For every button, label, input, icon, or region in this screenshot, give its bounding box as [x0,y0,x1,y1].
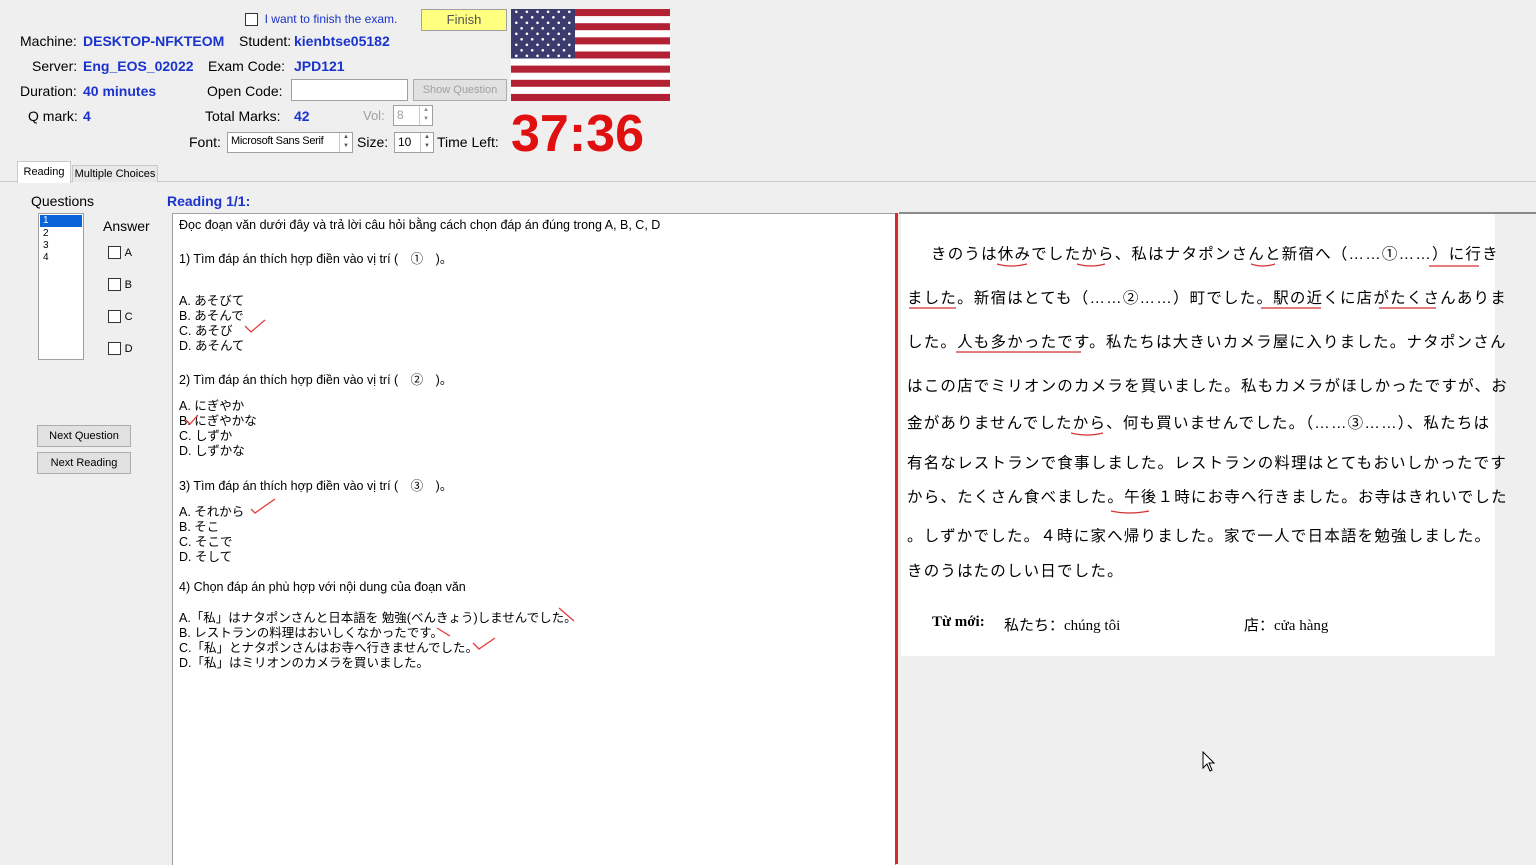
panel-splitter[interactable] [895,213,898,864]
finish-button[interactable]: Finish [421,9,507,31]
next-question-button[interactable]: Next Question [37,425,131,447]
font-select[interactable]: Microsoft Sans Serif ▲ ▼ [227,132,353,153]
list-item[interactable]: 1 [40,215,82,227]
student-value: kienbtse05182 [294,33,390,49]
passage-line: きのうはたのしい日でした。 [907,563,1124,580]
question-4-option-a: A.「私」はナタポンさんと日本語を 勉強(べんきょう)しませんでした。 [179,611,577,625]
questions-textbox[interactable]: Đọc đoạn văn dưới đây và trả lời câu hỏi… [172,213,896,865]
duration-value: 40 minutes [83,83,157,99]
answer-option-a[interactable]: A [108,244,132,260]
question-1-option-a: A. あそびて [179,294,245,308]
vol-value: 8 [397,108,404,122]
question-4-option-d: D.「私」はミリオンのカメラを買いました。 [179,656,430,670]
question-3: 3) Tìm đáp án thích hợp điền vào vị trí … [179,479,453,493]
countdown-timer: 37:36 [511,105,644,163]
font-value: Microsoft Sans Serif [231,135,324,147]
instruction-text: Đọc đoạn văn dưới đây và trả lời câu hỏi… [179,218,661,232]
question-3-option-d: D. そして [179,550,233,564]
vol-label: Vol: [363,108,385,123]
question-3-option-b: B. そこ [179,520,220,534]
question-2-option-c: C. しずか [179,429,233,443]
spinner-arrows-icon[interactable]: ▲ ▼ [420,133,433,152]
vocab-label: Từ mới: [932,614,985,630]
list-item[interactable]: 4 [39,252,83,264]
finish-exam-label: I want to finish the exam. [264,12,398,26]
machine-label: Machine: [20,33,77,49]
checkmark-icon [472,637,496,650]
spinner-arrows-icon[interactable]: ▲ ▼ [419,106,432,125]
question-1-option-c: C. あそび [179,324,233,338]
question-3-option-c: C. そこで [179,535,233,549]
show-question-button[interactable]: Show Question [413,79,507,101]
size-label: Size: [357,134,389,150]
mouse-cursor-icon [1202,751,1216,772]
tab-multiple-choices[interactable]: Multiple Choices [72,165,158,182]
server-value: Eng_EOS_02022 [83,58,194,74]
question-4-option-c: C.「私」とナタポンさんはお寺へ行きませんでした。 [179,641,479,655]
spinner-arrows-icon[interactable]: ▲ ▼ [339,133,352,152]
pen-underlines [909,263,1479,514]
question-listbox[interactable]: 1 2 3 4 [38,213,84,360]
question-1-option-d: D. あそんて [179,339,245,353]
checkbox-box[interactable] [108,342,121,356]
vocab-item: 店：cửa hàng [1244,618,1329,634]
next-reading-button[interactable]: Next Reading [37,452,131,474]
checkmark-icon [244,319,266,333]
questions-label: Questions [31,193,95,209]
open-code-input[interactable] [291,79,408,101]
server-label: Server: [32,58,78,74]
checkmark-icon [250,498,276,514]
q-mark-label: Q mark: [28,108,78,124]
answer-option-d[interactable]: D [108,340,133,356]
exam-code-label: Exam Code: [208,58,286,74]
us-flag-icon [511,9,670,101]
vocab-item: 私たち：chúng tôi [1004,618,1121,634]
vol-spinner[interactable]: 8 ▲ ▼ [393,105,433,126]
checkmark-icon [185,414,199,425]
finish-exam-checkbox[interactable]: I want to finish the exam. [245,11,398,27]
q-mark-value: 4 [83,108,91,124]
checkbox-box[interactable] [108,310,121,324]
checkbox-box[interactable] [245,13,258,27]
passage-line: 。しずかでした。４時に家へ帰りました。家で一人で日本語を勉強しました。 [907,528,1492,545]
total-marks-label: Total Marks: [205,108,281,124]
list-item[interactable]: 2 [39,228,83,240]
reading-passage-image: きのうは休みでしたから、私はナタポンさんと新宿へ（……①……）に行き ました。新… [901,214,1507,656]
checkbox-box[interactable] [108,278,121,292]
answer-option-c[interactable]: C [108,308,133,324]
open-code-label: Open Code: [207,83,283,99]
question-4-option-b: B. レストランの料理はおいしくなかったです。 [179,626,444,640]
answer-label: Answer [103,218,150,234]
question-1: 1) Tìm đáp án thích hợp điền vào vị trí … [179,252,453,266]
student-label: Student: [239,33,292,49]
question-3-option-a: A. それから [179,505,245,519]
question-4: 4) Chọn đáp án phù hợp với nội dung của … [179,580,466,594]
machine-value: DESKTOP-NFKTEOM [83,33,225,49]
total-marks-value: 42 [294,108,310,124]
reading-title: Reading 1/1: [167,193,251,209]
size-spinner[interactable]: 10 ▲ ▼ [394,132,434,153]
list-item[interactable]: 3 [39,240,83,252]
checkbox-box[interactable] [108,246,121,260]
exam-code-value: JPD121 [294,58,345,74]
strike-mark-icon [436,627,451,637]
question-1-option-b: B. あそんで [179,309,244,323]
question-2-option-d: D. しずかな [179,444,245,458]
question-2: 2) Tìm đáp án thích hợp điền vào vị trí … [179,373,453,387]
time-left-label: Time Left: [437,134,499,150]
tab-reading[interactable]: Reading [17,161,71,183]
question-2-option-a: A. にぎやか [179,399,245,413]
duration-label: Duration: [20,83,77,99]
answer-option-b[interactable]: B [108,276,132,292]
font-label: Font: [189,134,221,150]
strike-mark-icon [558,607,575,622]
size-value: 10 [398,135,412,149]
